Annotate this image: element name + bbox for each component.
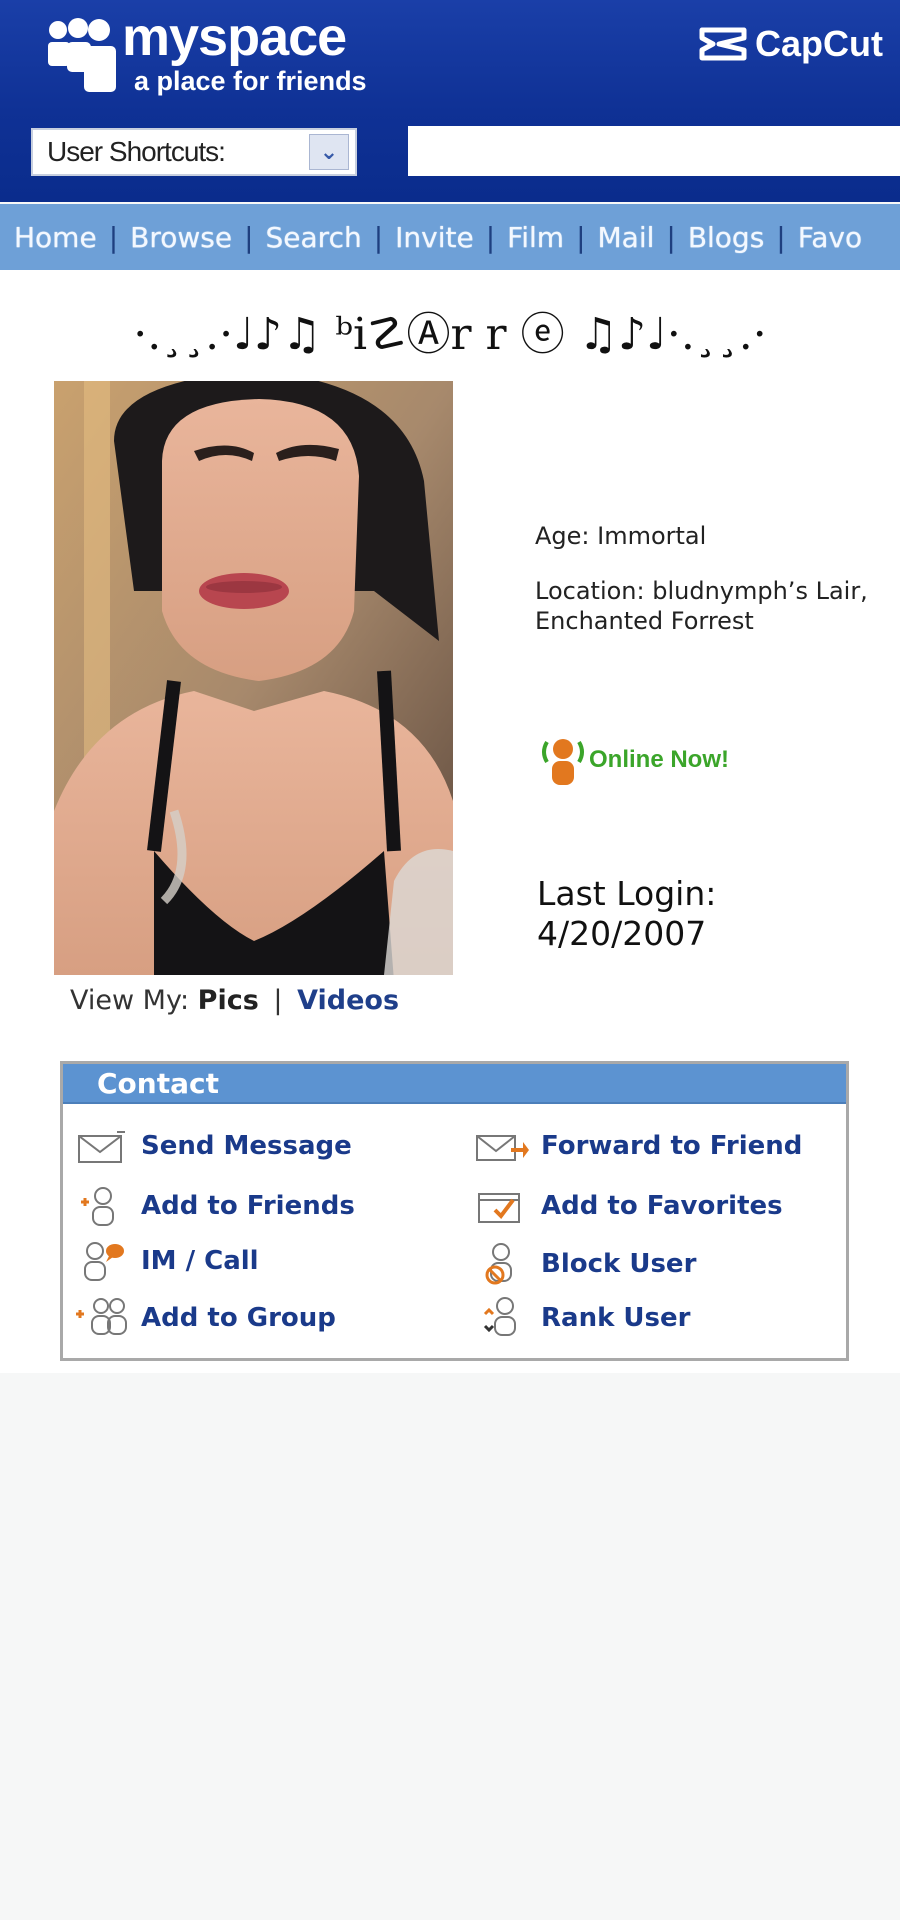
rank-user-label: Rank User (541, 1303, 691, 1333)
nav-separator: | (244, 220, 254, 254)
block-user-icon (485, 1243, 512, 1285)
nav-browse[interactable]: Browse (130, 221, 232, 254)
add-to-group-label: Add to Group (141, 1303, 336, 1333)
nav-film[interactable]: Film (507, 221, 564, 254)
site-header: myspace a place for friends CapCut User … (0, 0, 900, 202)
nav-separator: | (108, 220, 119, 254)
nav-invite[interactable]: Invite (395, 221, 474, 254)
add-to-friends-label: Add to Friends (141, 1191, 355, 1221)
capcut-label: CapCut (755, 23, 883, 64)
im-call-icon (84, 1242, 124, 1281)
search-input[interactable] (408, 126, 900, 176)
online-now-text: Online Now! (589, 746, 729, 773)
view-videos-link[interactable]: Videos (297, 985, 399, 1016)
myspace-logo[interactable]: myspace a place for friends (46, 7, 367, 104)
nav-blogs[interactable]: Blogs (688, 221, 764, 254)
block-user-label: Block User (541, 1249, 697, 1279)
last-login-date: 4/20/2007 (537, 914, 707, 953)
favorites-icon (478, 1193, 520, 1223)
contact-header: Contact (63, 1064, 846, 1104)
nav-separator: | (485, 220, 496, 254)
view-pics-link[interactable]: Pics (198, 985, 259, 1016)
add-group-icon (76, 1298, 127, 1335)
capcut-icon (699, 27, 747, 61)
im-call-link[interactable]: IM / Call (73, 1239, 259, 1283)
profile-photo-illustration (54, 381, 453, 975)
send-message-label: Send Message (141, 1131, 352, 1161)
logo-wordmark: myspace (122, 7, 347, 67)
online-now-badge: Online Now! (537, 732, 729, 788)
chevron-down-icon[interactable]: ⌄ (309, 134, 349, 170)
rank-user-icon (483, 1297, 516, 1336)
add-to-friends-link[interactable]: Add to Friends (73, 1184, 355, 1228)
nav-favorites[interactable]: Favo (798, 221, 862, 254)
profile-location: Location: bludnymph’s Lair, Enchanted Fo… (535, 577, 868, 635)
people-icon (48, 18, 116, 92)
block-user-link[interactable]: Block User (473, 1242, 696, 1286)
profile-photo[interactable] (54, 381, 453, 975)
nav-separator: | (373, 220, 384, 254)
forward-to-friend-label: Forward to Friend (541, 1131, 803, 1161)
contact-box: Contact Send Message Add to Friends IM /… (60, 1061, 849, 1361)
capcut-watermark: CapCut (699, 23, 883, 64)
view-my-links: View My: Pics | Videos (70, 985, 399, 1016)
nav-home[interactable]: Home (14, 221, 97, 254)
add-to-favorites-label: Add to Favorites (541, 1191, 783, 1221)
user-shortcuts-select[interactable]: User Shortcuts: ⌄ (31, 128, 357, 176)
rank-user-link[interactable]: Rank User (473, 1296, 690, 1340)
nav-mail[interactable]: Mail (598, 221, 655, 254)
main-nav: Home | Browse | Search | Invite | Film |… (0, 204, 900, 270)
nav-separator: | (776, 220, 786, 254)
nav-search[interactable]: Search (266, 221, 362, 254)
envelope-icon (78, 1131, 125, 1163)
last-login: Last Login: 4/20/2007 (537, 874, 837, 954)
profile-display-name: ·.¸¸.·♩♪♫ ᵇi☡Ⓐr r ⓔ ♫♪♩·.¸¸.· (133, 309, 767, 360)
view-my-label: View My: (70, 985, 190, 1016)
im-call-label: IM / Call (141, 1246, 259, 1276)
view-my-separator: | (273, 985, 283, 1016)
forward-to-friend-link[interactable]: Forward to Friend (473, 1124, 802, 1168)
nav-separator: | (666, 220, 676, 254)
last-login-label: Last Login: (537, 874, 717, 913)
send-message-link[interactable]: Send Message (73, 1124, 352, 1168)
add-to-favorites-link[interactable]: Add to Favorites (473, 1184, 783, 1228)
logo-tagline: a place for friends (134, 66, 367, 96)
nav-separator: | (576, 220, 586, 254)
profile-age: Age: Immortal (535, 522, 707, 550)
user-shortcuts-label: User Shortcuts: (47, 136, 226, 167)
online-person-icon (542, 739, 584, 785)
add-friend-icon (81, 1187, 114, 1226)
forward-envelope-icon (476, 1135, 529, 1161)
add-to-group-link[interactable]: Add to Group (73, 1296, 336, 1340)
